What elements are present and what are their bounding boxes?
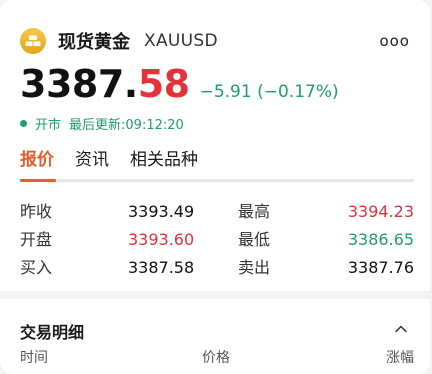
tab-news[interactable]: 资讯 [75, 146, 109, 174]
price-change: −5.91 (−0.17%) [199, 82, 339, 102]
current-price: 3387.58 [20, 62, 190, 106]
tab-quote[interactable]: 报价 [20, 146, 54, 174]
stat-value-prev-close: 3393.49 [128, 202, 195, 221]
instrument-header: 现货黄金 XAUUSD [20, 27, 218, 55]
stats-row: 开盘 3393.60 最低 3386.65 [20, 226, 414, 254]
stat-value-ask: 3387.76 [347, 258, 414, 277]
stat-value-open: 3393.60 [128, 230, 195, 249]
column-header-price: 价格 [202, 350, 230, 366]
stat-value-bid: 3387.58 [128, 258, 195, 277]
price-row: 3387.58 −5.91 (−0.17%) [20, 62, 339, 106]
last-updated: 最后更新:09:12:20 [69, 118, 184, 133]
price-integer: 3387. [20, 62, 138, 106]
instrument-code: XAUUSD [144, 31, 218, 51]
market-status: 开市 最后更新:09:12:20 [20, 114, 184, 133]
stat-label-open: 开盘 [20, 230, 53, 249]
stat-value-low: 3386.65 [347, 230, 414, 249]
tab-bar: 报价 资讯 相关品种 [20, 146, 219, 174]
stats-row: 昨收 3393.49 最高 3394.23 [20, 198, 414, 226]
status-dot-icon [20, 120, 27, 127]
gold-bar-icon [20, 28, 46, 54]
stat-label-high: 最高 [238, 202, 271, 221]
more-options-button[interactable]: ooo [379, 32, 410, 50]
section-divider [0, 291, 430, 299]
trade-column-headers: 时间 价格 涨幅 [20, 347, 414, 369]
market-state: 开市 [35, 118, 62, 133]
stats-row: 买入 3387.58 卖出 3387.76 [20, 254, 414, 282]
column-header-change: 涨幅 [386, 350, 414, 366]
stat-label-ask: 卖出 [238, 258, 271, 277]
stat-value-high: 3394.23 [347, 202, 414, 221]
quote-stats: 昨收 3393.49 最高 3394.23 开盘 3393.60 最低 3386… [20, 198, 414, 282]
tab-active-indicator [20, 179, 56, 182]
instrument-name: 现货黄金 [58, 32, 130, 53]
tab-related[interactable]: 相关品种 [130, 146, 198, 174]
quote-card: 现货黄金 XAUUSD ooo 3387.58 −5.91 (−0.17%) 开… [0, 0, 430, 374]
stat-label-prev-close: 昨收 [20, 202, 53, 221]
column-header-time: 时间 [20, 350, 48, 366]
stat-label-bid: 买入 [20, 258, 53, 277]
price-decimal: 58 [137, 62, 190, 106]
chevron-up-icon[interactable] [394, 322, 408, 336]
trade-details-title: 交易明细 [20, 323, 85, 342]
tab-track [20, 179, 414, 182]
stat-label-low: 最低 [238, 230, 271, 249]
